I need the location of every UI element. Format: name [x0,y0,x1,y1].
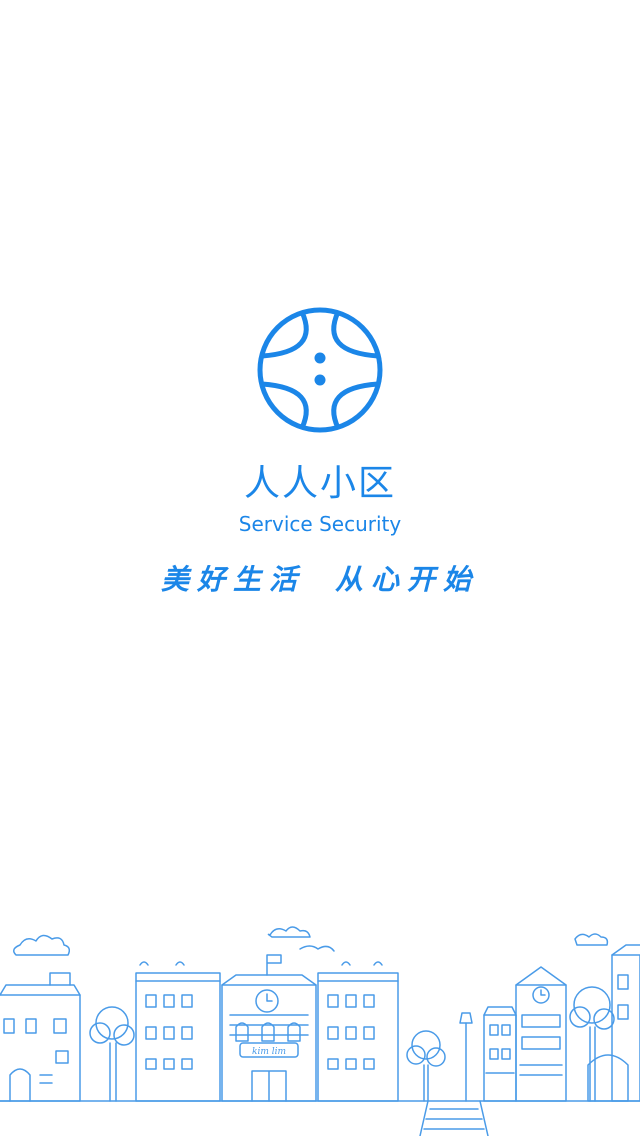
slogan-part-1: 美好生活 [160,563,305,596]
slogan: 美好生活 从心开始 [0,560,640,600]
slogan-part-2: 从心开始 [335,563,480,596]
app-subtitle: Service Security [238,512,402,536]
town-illustration: kim lim [0,926,640,1136]
splash-screen: 人人小区 Service Security 美好生活 从心开始 kim lim [0,0,640,1136]
app-name: 人人小区 [243,463,396,504]
sign-text: kim lim [252,1047,286,1057]
app-logo-icon [257,307,383,433]
